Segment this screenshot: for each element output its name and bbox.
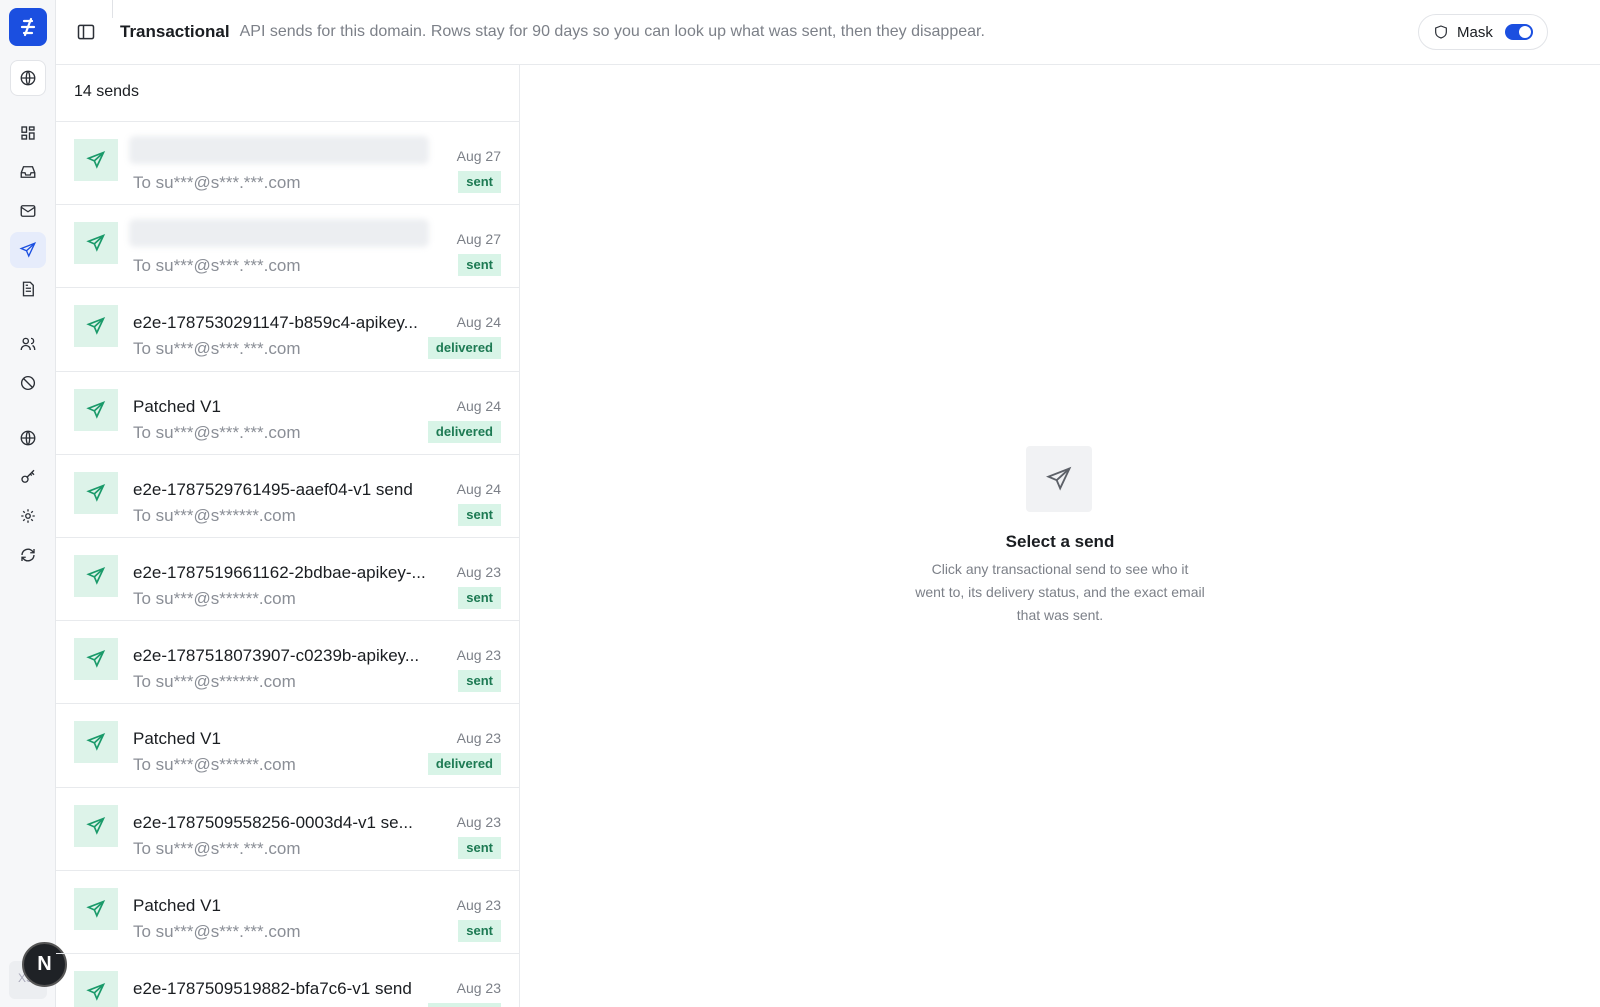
list-item[interactable]: e2e-1787518073907-c0239b-apikey... To su*…: [56, 621, 519, 705]
send-date: Aug 23: [456, 730, 501, 747]
page-description: API sends for this domain. Rows stay for…: [239, 23, 985, 40]
key-icon[interactable]: [10, 459, 46, 495]
status-badge: sent: [458, 503, 501, 526]
subject-masked: [129, 219, 429, 248]
list-item[interactable]: e2e-1787529761495-aaef04-v1 send To su***…: [56, 455, 519, 538]
detail-empty-state: Select a send Click any transactional se…: [520, 65, 1600, 1007]
mask-switch[interactable]: [1504, 24, 1533, 40]
send-subject: e2e-1787509558256-0003d4-v1 se...: [133, 812, 413, 832]
status-badge: sent: [458, 670, 501, 693]
inbox-icon[interactable]: [10, 154, 46, 190]
list-item[interactable]: e2e-1787509519882-bfa7c6-v1 sendTo su***…: [56, 954, 519, 1007]
send-recipient: To su***@s***.***.com: [133, 422, 301, 442]
send-subject: e2e-1787530291147-b859c4-apikey...: [133, 313, 418, 333]
status-badge: sent: [458, 586, 501, 609]
mask-label: Mask: [1457, 23, 1493, 41]
mail-icon[interactable]: [10, 193, 46, 229]
status-badge: sent: [458, 254, 501, 277]
send-recipient: To su***@s******.com: [133, 672, 296, 692]
list-item[interactable]: To su***@s***.***.com Aug 27 sent: [56, 122, 519, 206]
send-recipient: To su***@s******.com: [133, 588, 296, 608]
send-recipient: To su***@s******.com: [133, 505, 296, 525]
subject-masked: [129, 136, 429, 164]
list-item[interactable]: e2e-1787530291147-b859c4-apikey... To su*…: [56, 288, 519, 372]
send-icon: [74, 471, 118, 514]
status-badge: delivered: [427, 420, 501, 443]
sidebar-toggle-icon[interactable]: [74, 20, 98, 44]
send-recipient: To su***@s***.***.com: [133, 921, 301, 941]
send-date: Aug 23: [456, 979, 501, 996]
send-icon: [74, 887, 118, 930]
sends-list: 14 sends To su***@s***.***.com Aug 27 sent…: [56, 65, 520, 1007]
send-date: Aug 23: [456, 896, 501, 913]
send-subject: Patched V1: [133, 895, 221, 915]
status-badge: delivered: [427, 753, 501, 776]
send-subject: e2e-1787518073907-c0239b-apikey...: [133, 646, 420, 666]
send-icon: [74, 721, 118, 764]
send-icon: [74, 554, 118, 597]
logo-icon: [20, 17, 36, 37]
page-title: Transactional: [120, 22, 230, 41]
send-icon: [74, 638, 118, 681]
status-badge: delivered: [427, 1002, 501, 1007]
send-subject: e2e-1787509519882-bfa7c6-v1 send: [133, 978, 412, 998]
send-icon: [74, 970, 118, 1007]
send-icon: [1026, 446, 1092, 512]
list-item[interactable]: e2e-1787509558256-0003d4-v1 se... To su**…: [56, 788, 519, 871]
empty-body: Click any transactional send to see who …: [915, 561, 1205, 623]
list-item[interactable]: Patched V1 To su***@s***.***.com Aug 24 del…: [56, 372, 519, 455]
send-subject: e2e-1787529761495-aaef04-v1 send: [133, 479, 413, 499]
empty-title: Select a send: [1005, 532, 1115, 551]
page-header: Transactional API sends for this domain.…: [56, 0, 1600, 65]
send-recipient: To su***@s***.***.com: [133, 256, 301, 276]
send-icon: [74, 388, 118, 431]
send-icon[interactable]: [10, 232, 46, 268]
status-badge: sent: [458, 171, 501, 193]
send-recipient: To su***@s***.***.com: [133, 838, 301, 858]
domain-switcher-globe-icon[interactable]: [10, 60, 46, 96]
send-icon: [74, 139, 118, 181]
send-subject: Patched V1: [133, 396, 221, 416]
status-badge: sent: [458, 919, 501, 942]
send-subject: Patched V1: [133, 729, 221, 749]
send-date: Aug 24: [456, 314, 501, 331]
app-logo[interactable]: [9, 8, 47, 46]
status-badge: sent: [458, 836, 501, 859]
users-icon[interactable]: [10, 326, 46, 362]
refresh-icon[interactable]: [10, 537, 46, 573]
list-item[interactable]: e2e-1787519661162-2bdbae-apikey-... To su…: [56, 538, 519, 622]
sidebar-rail: XS N: [0, 0, 67, 1007]
send-recipient: To su***@s***.***.com: [133, 173, 301, 192]
divider: [112, 0, 113, 18]
send-icon: [74, 804, 118, 847]
globe-icon[interactable]: [10, 420, 46, 456]
send-date: Aug 23: [456, 813, 501, 830]
block-icon[interactable]: [10, 365, 46, 401]
send-date: Aug 23: [456, 563, 501, 580]
send-icon: [74, 305, 118, 348]
send-date: Aug 24: [456, 480, 501, 497]
list-item[interactable]: To su***@s***.***.com Aug 27 sent: [56, 205, 519, 289]
send-date: Aug 24: [456, 397, 501, 414]
gear-icon[interactable]: [10, 498, 46, 534]
shield-icon: [1435, 25, 1447, 39]
status-badge: delivered: [427, 337, 501, 360]
send-subject: e2e-1787519661162-2bdbae-apikey-...: [133, 562, 426, 582]
send-date: Aug 27: [456, 231, 501, 248]
send-recipient: To su***@s******.com: [133, 755, 296, 775]
send-icon: [74, 222, 118, 265]
list-item[interactable]: Patched V1 To su***@s******.com Aug 23 deli…: [56, 704, 519, 788]
send-date: Aug 23: [456, 647, 501, 664]
list-item[interactable]: Patched V1 To su***@s***.***.com Aug 23 sen…: [56, 871, 519, 954]
send-date: Aug 27: [456, 148, 501, 164]
dashboard-icon[interactable]: [10, 115, 46, 151]
send-recipient: To su***@s***.***.com: [133, 339, 301, 359]
mask-toggle[interactable]: Mask: [1418, 14, 1548, 50]
document-icon[interactable]: [10, 271, 46, 307]
sends-count: 14 sends: [56, 65, 519, 122]
